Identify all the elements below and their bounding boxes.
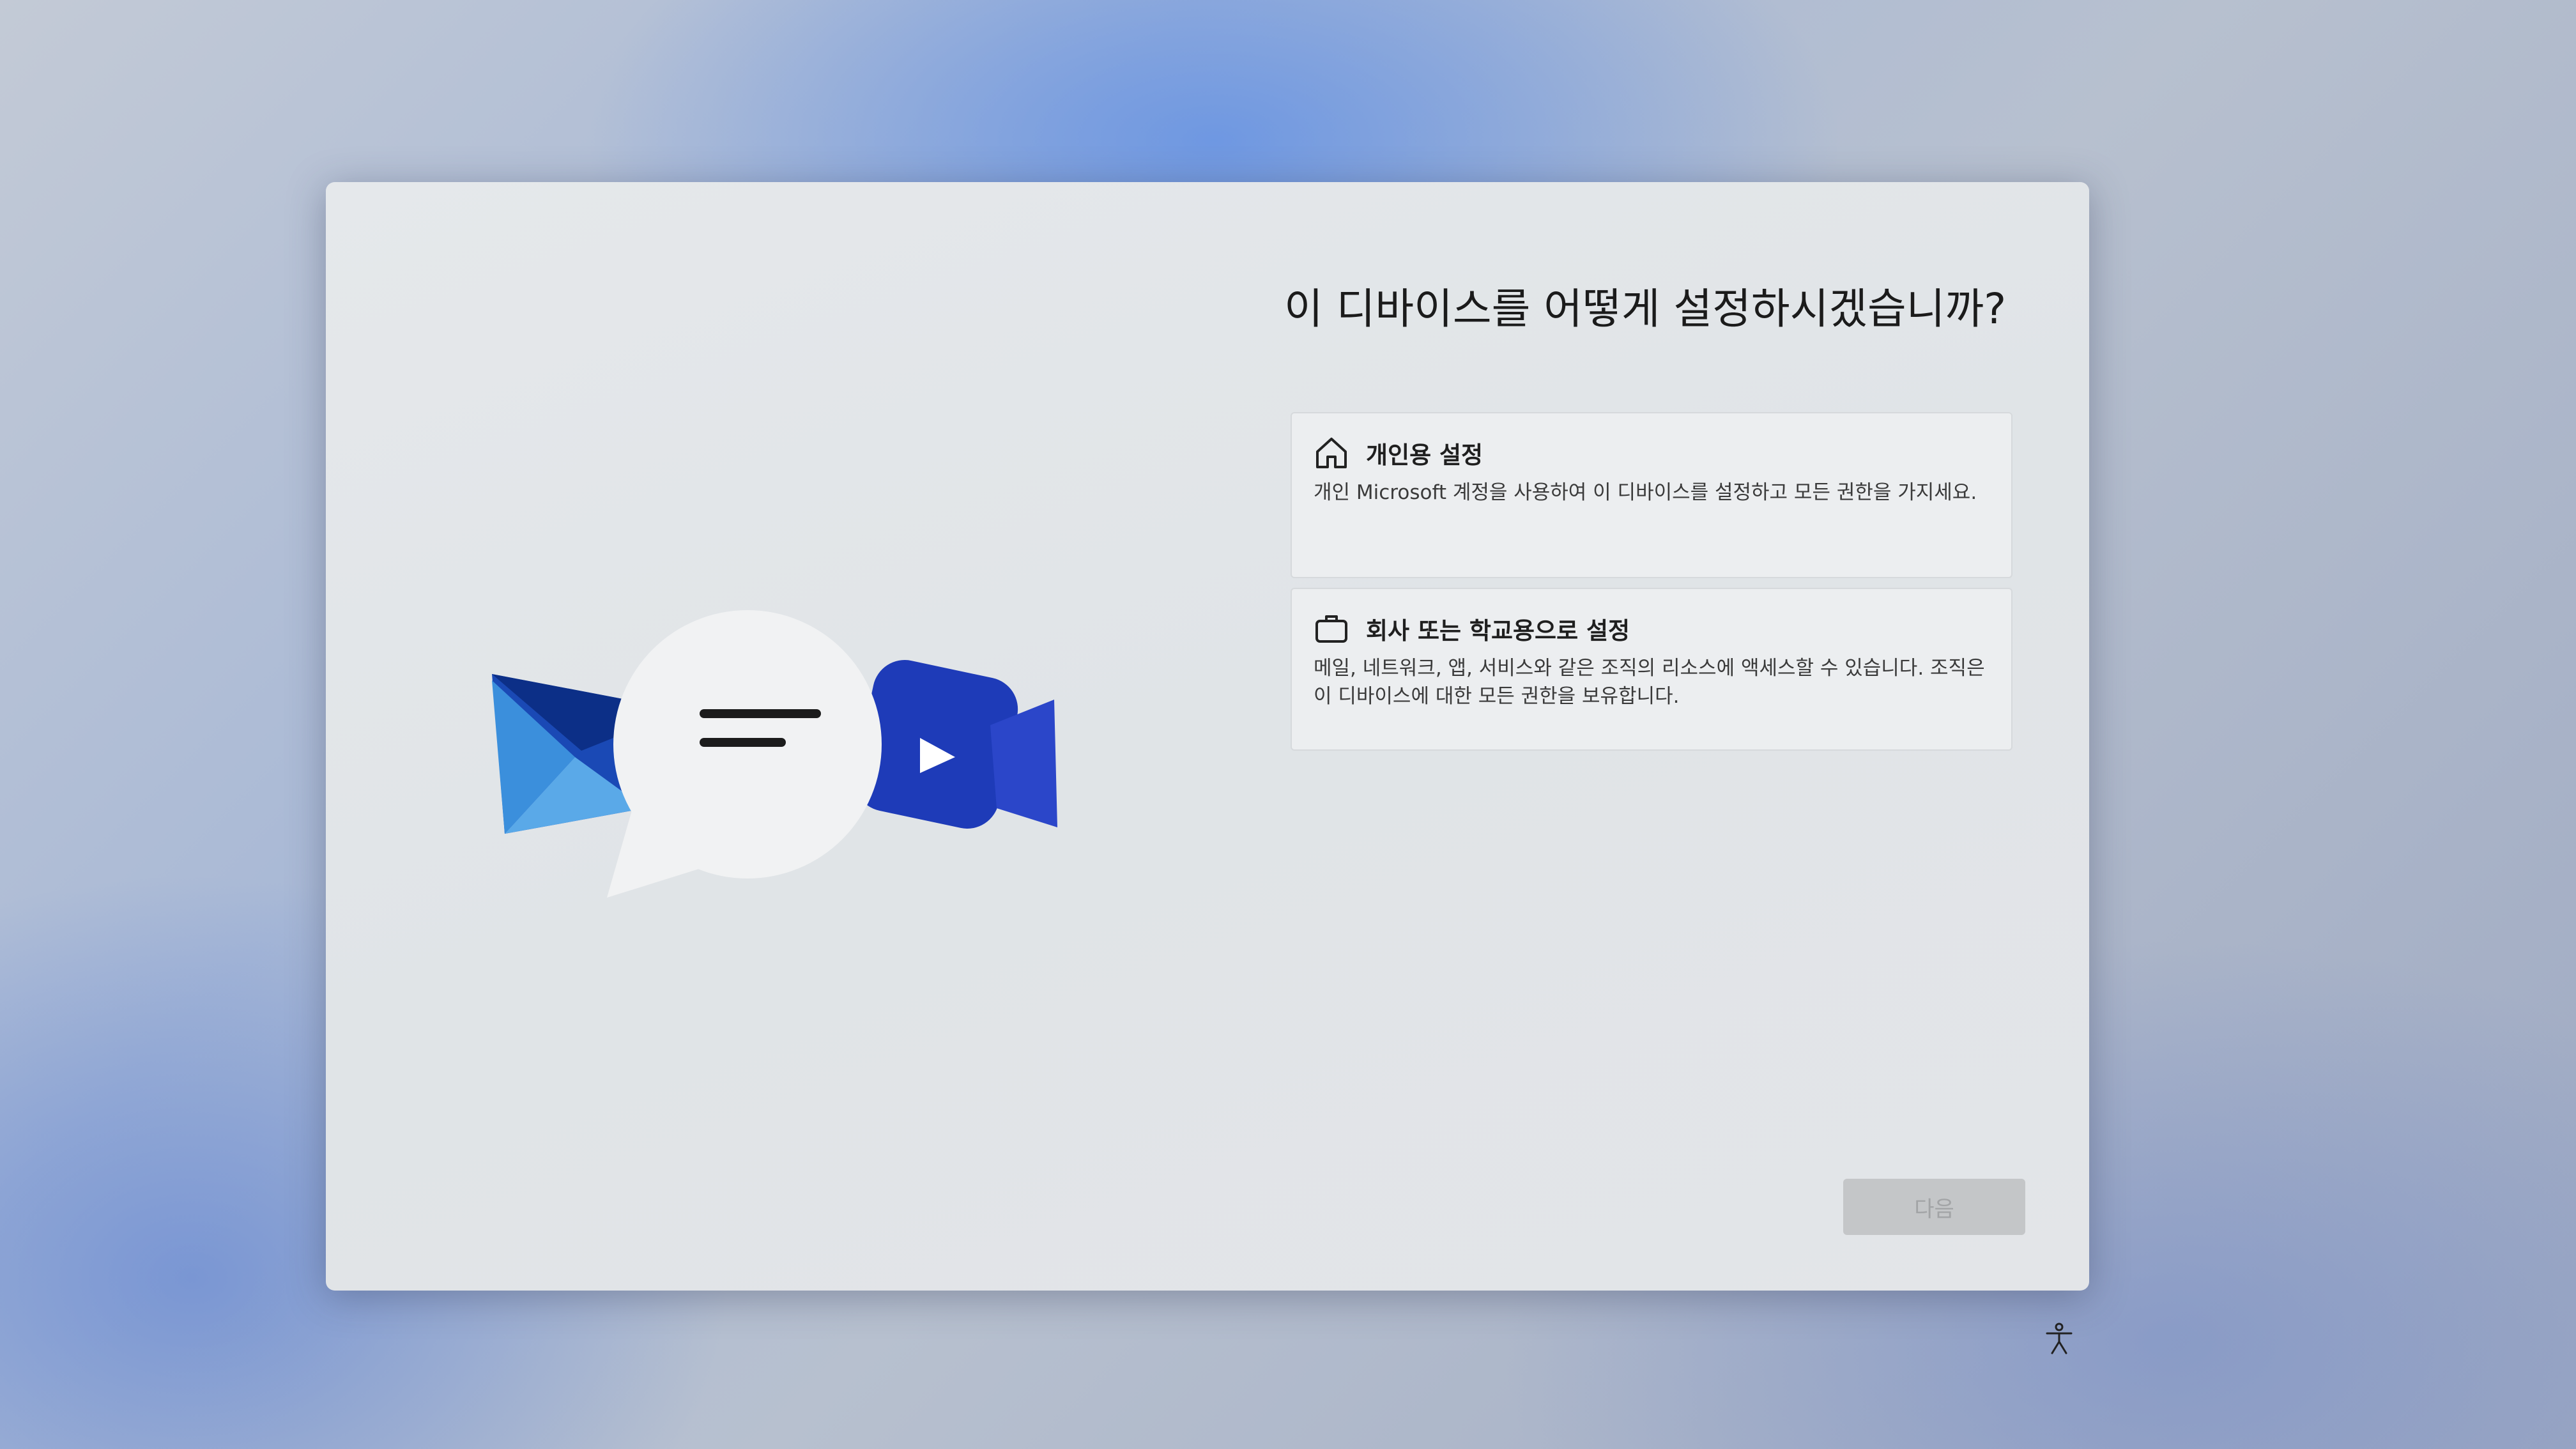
option-work-school-setup[interactable]: 회사 또는 학교용으로 설정 메일, 네트워크, 앱, 서비스와 같은 조직의 …: [1291, 588, 2012, 751]
briefcase-icon: [1315, 615, 1347, 643]
home-icon: [1316, 438, 1347, 468]
option-description: 메일, 네트워크, 앱, 서비스와 같은 조직의 리소스에 액세스할 수 있습니…: [1314, 657, 1985, 708]
page-title: 이 디바이스를 어떻게 설정하시겠습니까?: [1284, 284, 2007, 334]
option-description: 개인 Microsoft 계정을 사용하여 이 디바이스를 설정하고 모든 권한…: [1314, 481, 1977, 504]
accessibility-icon[interactable]: [2044, 1322, 2074, 1356]
next-button[interactable]: 다음: [1843, 1179, 2025, 1235]
illustration: [492, 610, 1057, 898]
option-title: 회사 또는 학교용으로 설정: [1366, 617, 1630, 645]
setup-window: 이 디바이스를 어떻게 설정하시겠습니까? 개인용 설정 개인 Microsof…: [326, 182, 2089, 1291]
option-title: 개인용 설정: [1366, 441, 1483, 469]
chat-bubble-icon: [607, 610, 882, 898]
option-personal-setup[interactable]: 개인용 설정 개인 Microsoft 계정을 사용하여 이 디바이스를 설정하…: [1291, 412, 2012, 578]
